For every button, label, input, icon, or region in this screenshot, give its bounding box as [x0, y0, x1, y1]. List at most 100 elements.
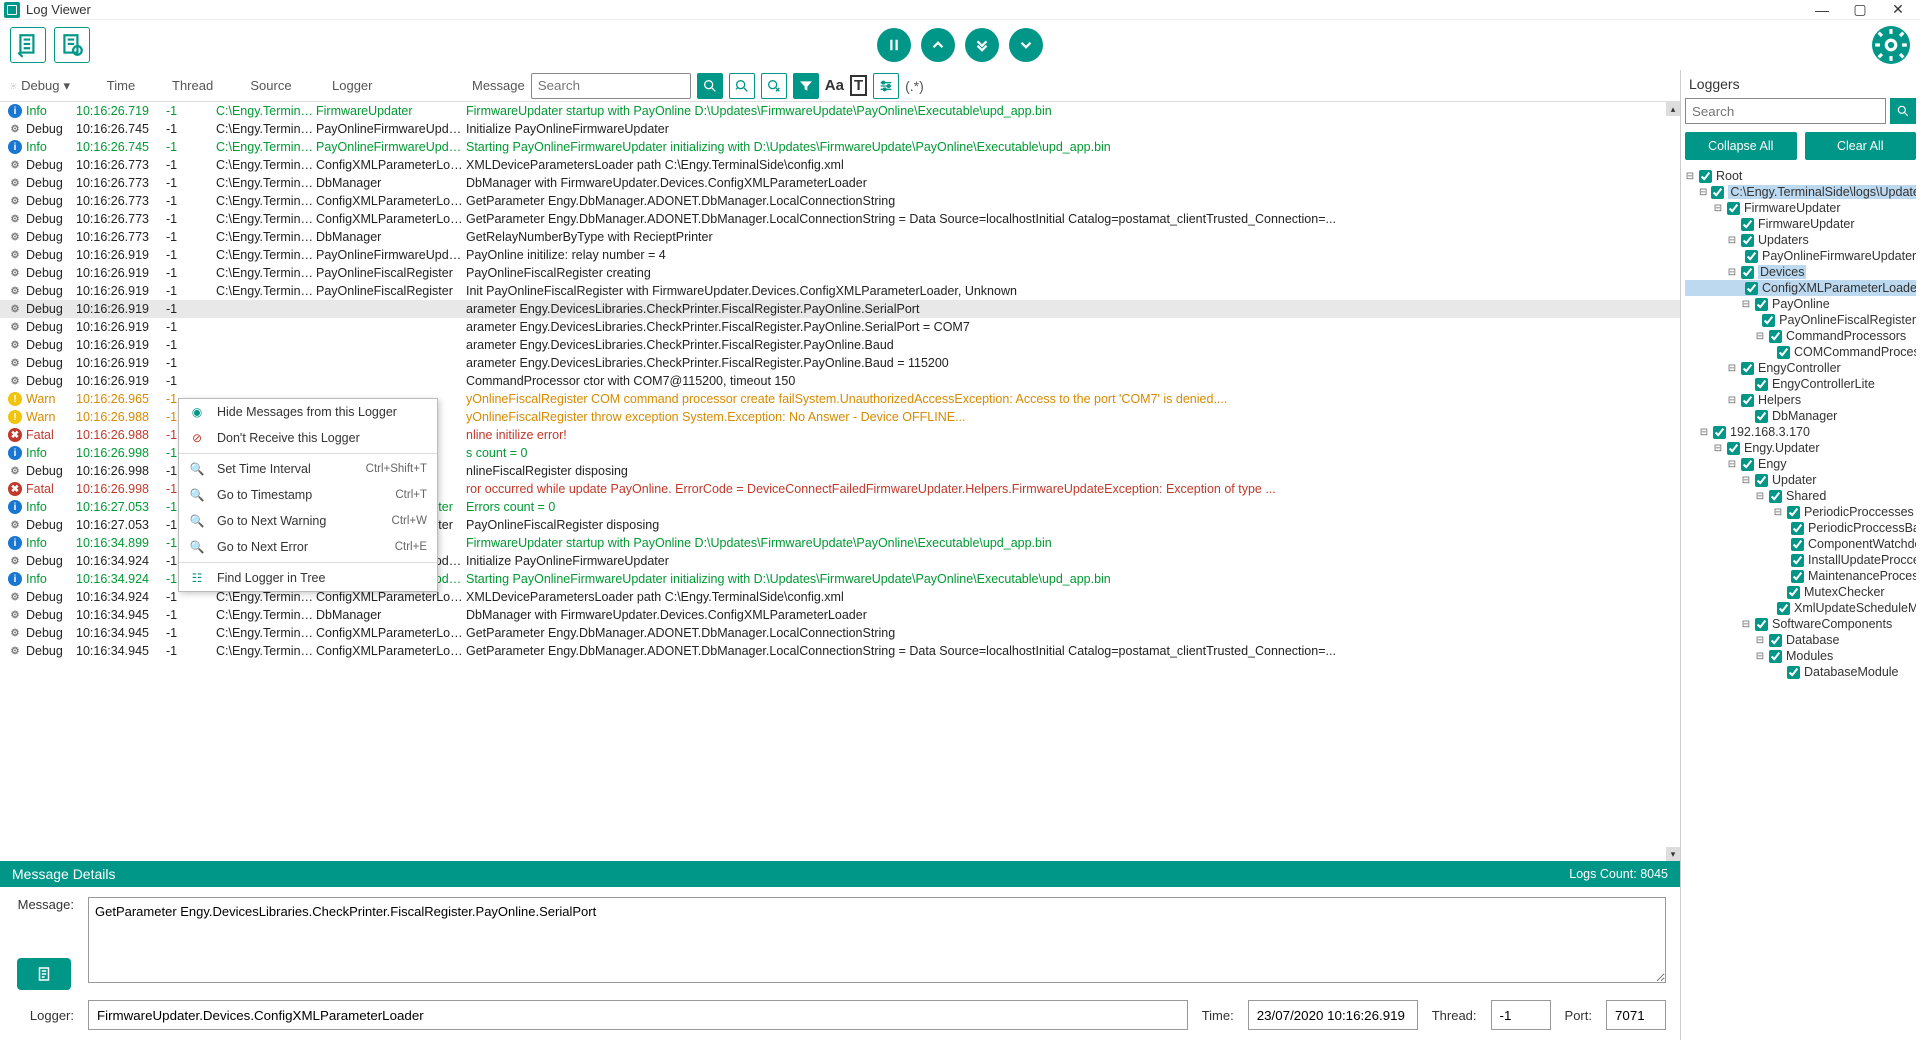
tree-node[interactable]: PayOnlineFirmwareUpdater — [1685, 248, 1916, 264]
tree-checkbox[interactable] — [1741, 362, 1754, 375]
scroll-to-end-button[interactable] — [965, 28, 999, 62]
loggers-tree[interactable]: ⊟Root⊟C:\Engy.TerminalSide\logs\Updater\… — [1685, 168, 1916, 1026]
settings-button[interactable] — [1872, 26, 1910, 64]
tree-checkbox[interactable] — [1745, 250, 1758, 263]
tree-node[interactable]: ⊟PeriodicProccesses — [1685, 504, 1916, 520]
tree-twisty[interactable]: ⊟ — [1727, 395, 1737, 406]
log-row[interactable]: ⚙Debug10:16:26.773-1C:\Engy.TerminalSiCo… — [0, 210, 1680, 228]
tree-checkbox[interactable] — [1741, 394, 1754, 407]
log-row[interactable]: ⚙Debug10:16:34.945-1C:\Engy.TerminalSiCo… — [0, 624, 1680, 642]
tree-node[interactable]: DbManager — [1685, 408, 1916, 424]
clear-all-button[interactable]: Clear All — [1805, 132, 1917, 160]
search-next-button[interactable] — [697, 73, 723, 99]
match-case-toggle[interactable]: Aa — [825, 77, 844, 94]
time-field[interactable] — [1248, 1000, 1418, 1030]
ctx-dont-receive[interactable]: ⊘ Don't Receive this Logger — [179, 425, 437, 451]
loggers-search-input[interactable] — [1685, 98, 1886, 124]
log-row[interactable]: ⚙Debug10:16:34.945-1C:\Engy.TerminalSiCo… — [0, 642, 1680, 660]
tree-checkbox[interactable] — [1769, 330, 1782, 343]
tree-checkbox[interactable] — [1769, 490, 1782, 503]
tree-twisty[interactable]: ⊟ — [1685, 171, 1695, 182]
tree-node[interactable]: DatabaseModule — [1685, 664, 1916, 680]
tree-node[interactable]: COMCommandProcessor — [1685, 344, 1916, 360]
scroll-up-button[interactable] — [921, 28, 955, 62]
tree-node[interactable]: ⊟Root — [1685, 168, 1916, 184]
tree-twisty[interactable]: ⊟ — [1741, 475, 1751, 486]
message-search-input[interactable] — [531, 73, 691, 99]
tree-checkbox[interactable] — [1699, 170, 1712, 183]
collapse-all-button[interactable]: Collapse All — [1685, 132, 1797, 160]
col-source-header[interactable]: Source — [216, 78, 326, 93]
tree-checkbox[interactable] — [1711, 186, 1724, 199]
tree-twisty[interactable]: ⊟ — [1727, 267, 1737, 278]
tree-checkbox[interactable] — [1741, 458, 1754, 471]
filter-toggle-button[interactable] — [793, 73, 819, 99]
copy-message-button[interactable] — [17, 958, 71, 990]
tree-checkbox[interactable] — [1713, 426, 1726, 439]
tree-node[interactable]: ⊟CommandProcessors — [1685, 328, 1916, 344]
log-row[interactable]: ⚙Debug10:16:26.919-1arameter Engy.Device… — [0, 300, 1680, 318]
tree-checkbox[interactable] — [1791, 538, 1804, 551]
log-row[interactable]: ⚙Debug10:16:26.919-1C:\Engy.TerminalSiPa… — [0, 264, 1680, 282]
ctx-hide-messages[interactable]: ◉ Hide Messages from this Logger — [179, 399, 437, 425]
tree-node[interactable]: ⊟Devices — [1685, 264, 1916, 280]
ctx-goto-error[interactable]: 🔍 Go to Next Error Ctrl+E — [179, 534, 437, 560]
tree-checkbox[interactable] — [1762, 314, 1775, 327]
tree-checkbox[interactable] — [1791, 522, 1804, 535]
tree-checkbox[interactable] — [1769, 634, 1782, 647]
log-row[interactable]: ⚙Debug10:16:26.745-1C:\Engy.TerminalSiPa… — [0, 120, 1680, 138]
loggers-search-button[interactable] — [1890, 98, 1916, 124]
tree-checkbox[interactable] — [1741, 234, 1754, 247]
level-filter-dropdown[interactable]: Debug ▾ — [10, 78, 70, 94]
maximize-button[interactable]: ▢ — [1850, 0, 1870, 20]
ctx-goto-timestamp[interactable]: 🔍 Go to Timestamp Ctrl+T — [179, 482, 437, 508]
tree-twisty[interactable]: ⊟ — [1741, 299, 1751, 310]
tree-checkbox[interactable] — [1777, 602, 1790, 615]
pause-button[interactable] — [877, 28, 911, 62]
log-row[interactable]: ⚙Debug10:16:26.773-1C:\Engy.TerminalSiCo… — [0, 156, 1680, 174]
col-thread-header[interactable]: Thread — [166, 78, 216, 93]
tree-node[interactable]: ⊟Modules — [1685, 648, 1916, 664]
tree-node[interactable]: EngyControllerLite — [1685, 376, 1916, 392]
tree-checkbox[interactable] — [1769, 650, 1782, 663]
tree-checkbox[interactable] — [1791, 554, 1804, 567]
tree-node[interactable]: ConfigXMLParameterLoader — [1685, 280, 1916, 296]
options-button[interactable] — [873, 73, 899, 99]
port-field[interactable] — [1606, 1000, 1666, 1030]
tree-checkbox[interactable] — [1727, 442, 1740, 455]
ctx-set-interval[interactable]: 🔍 Set Time Interval Ctrl+Shift+T — [179, 456, 437, 482]
minimize-button[interactable]: — — [1812, 0, 1832, 20]
log-row[interactable]: ⚙Debug10:16:26.919-1arameter Engy.Device… — [0, 354, 1680, 372]
log-row[interactable]: ⚙Debug10:16:26.919-1C:\Engy.TerminalSiPa… — [0, 246, 1680, 264]
ctx-find-in-tree[interactable]: ☷ Find Logger in Tree — [179, 565, 437, 591]
tree-node[interactable]: MutexChecker — [1685, 584, 1916, 600]
tree-node[interactable]: ⊟Database — [1685, 632, 1916, 648]
whole-word-toggle[interactable]: T — [850, 75, 867, 96]
tree-twisty[interactable]: ⊟ — [1755, 491, 1765, 502]
scroll-down-nub[interactable]: ▾ — [1666, 847, 1680, 861]
logger-field[interactable] — [88, 1000, 1188, 1030]
tree-twisty[interactable]: ⊟ — [1699, 187, 1707, 198]
tree-node[interactable]: ⊟SoftwareComponents — [1685, 616, 1916, 632]
tree-twisty[interactable]: ⊟ — [1699, 427, 1709, 438]
tree-twisty[interactable]: ⊟ — [1755, 651, 1765, 662]
tree-twisty[interactable]: ⊟ — [1773, 507, 1783, 518]
tree-node[interactable]: PayOnlineFiscalRegister — [1685, 312, 1916, 328]
tree-node[interactable]: FirmwareUpdater — [1685, 216, 1916, 232]
search-clear-button[interactable] — [761, 73, 787, 99]
tree-checkbox[interactable] — [1787, 586, 1800, 599]
tree-node[interactable]: ComponentWatchdogPr — [1685, 536, 1916, 552]
scroll-down-button[interactable] — [1009, 28, 1043, 62]
tree-twisty[interactable]: ⊟ — [1727, 459, 1737, 470]
tree-checkbox[interactable] — [1745, 282, 1758, 295]
tree-node[interactable]: MaintenanceProcess — [1685, 568, 1916, 584]
thread-field[interactable] — [1491, 1000, 1551, 1030]
tree-node[interactable]: ⊟Helpers — [1685, 392, 1916, 408]
log-row[interactable]: ⚙Debug10:16:26.773-1C:\Engy.TerminalSiDb… — [0, 228, 1680, 246]
tree-checkbox[interactable] — [1755, 618, 1768, 631]
tree-checkbox[interactable] — [1787, 506, 1800, 519]
log-row[interactable]: iInfo10:16:26.719-1C:\Engy.TerminalSiFir… — [0, 102, 1680, 120]
close-button[interactable]: ✕ — [1888, 0, 1908, 20]
search-prev-button[interactable] — [729, 73, 755, 99]
tree-node[interactable]: ⊟Engy — [1685, 456, 1916, 472]
